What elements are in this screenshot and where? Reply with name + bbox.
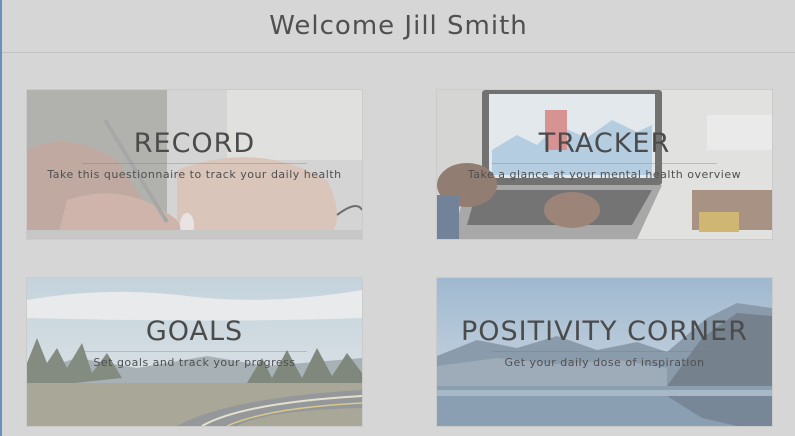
page-title: Welcome Jill Smith — [269, 11, 528, 41]
card-overlay — [27, 278, 362, 426]
card-title: GOALS — [145, 316, 244, 347]
record-card[interactable]: RECORD Take this questionnaire to track … — [27, 90, 362, 239]
title-divider — [492, 163, 717, 164]
page-header: Welcome Jill Smith — [2, 0, 795, 53]
card-description: Take a glance at your mental health over… — [467, 168, 742, 181]
card-description: Get your daily dose of inspiration — [504, 356, 705, 369]
card-title: POSITIVITY CORNER — [461, 316, 748, 347]
title-divider — [492, 351, 717, 352]
title-divider — [82, 163, 307, 164]
goals-card[interactable]: GOALS Set goals and track your progress — [27, 278, 362, 426]
card-overlay — [437, 278, 772, 426]
tracker-card[interactable]: TRACKER Take a glance at your mental hea… — [437, 90, 772, 239]
card-title: TRACKER — [538, 128, 671, 159]
card-title: RECORD — [133, 128, 256, 159]
card-overlay — [27, 90, 362, 239]
card-description: Take this questionnaire to track your da… — [47, 168, 342, 181]
title-divider — [82, 351, 307, 352]
card-overlay — [437, 90, 772, 239]
positivity-corner-card[interactable]: POSITIVITY CORNER Get your daily dose of… — [437, 278, 772, 426]
card-description: Set goals and track your progress — [93, 356, 296, 369]
window-edge-line — [0, 0, 2, 436]
